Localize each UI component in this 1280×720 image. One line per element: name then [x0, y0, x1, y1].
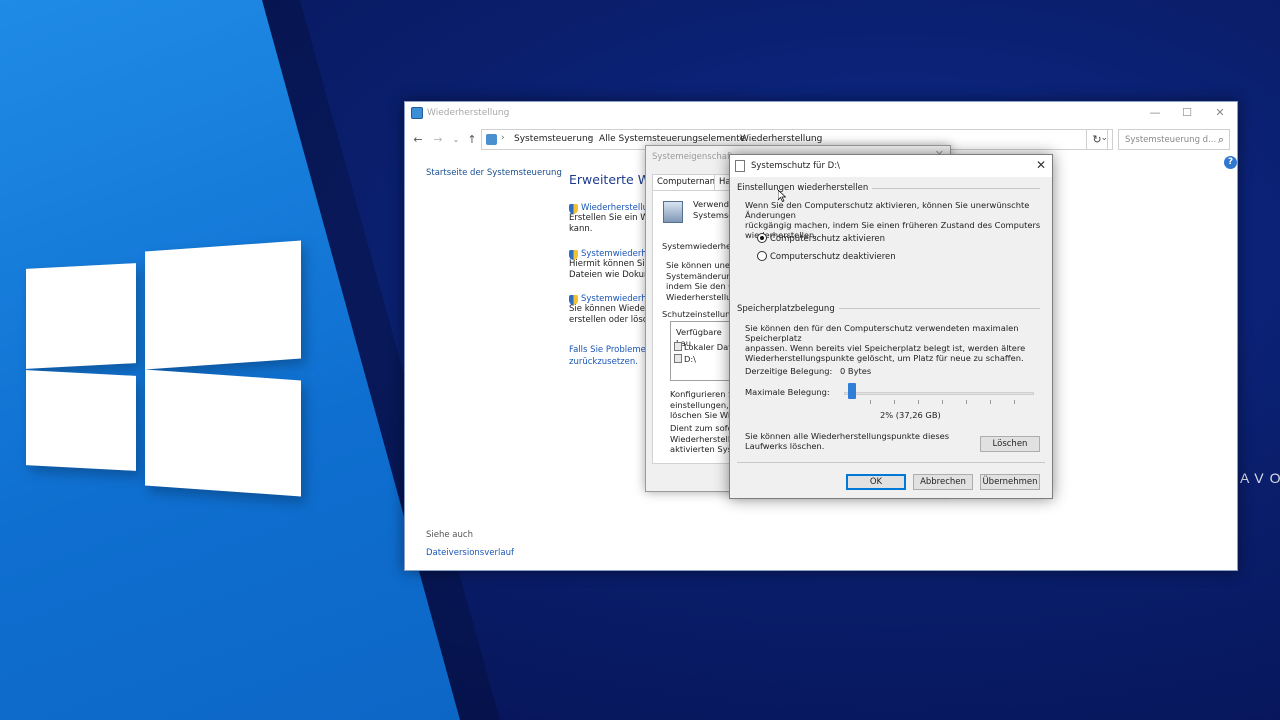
- group-divider: [828, 308, 1040, 309]
- slider-tick: [990, 400, 991, 404]
- drive-icon: [674, 342, 682, 351]
- search-placeholder: Systemsteuerung d...: [1125, 135, 1217, 145]
- windows-logo-pane-bottom-right: [145, 369, 301, 497]
- slider-tick: [894, 400, 895, 404]
- refresh-button[interactable]: ↻: [1086, 129, 1108, 150]
- ok-button[interactable]: OK: [846, 474, 906, 490]
- max-usage-slider-thumb[interactable]: [847, 383, 856, 399]
- help-icon[interactable]: ?: [1224, 156, 1237, 169]
- see-also-link-file-history[interactable]: Dateiversionsverlauf: [426, 548, 514, 558]
- group-divider: [866, 188, 1040, 189]
- radio-label: Computerschutz deaktivieren: [770, 252, 896, 262]
- slider-tick: [1014, 400, 1015, 404]
- control-panel-icon: [411, 107, 423, 119]
- radio-label: Computerschutz aktivieren: [770, 234, 885, 244]
- watermark-text: AVO: [1240, 470, 1280, 486]
- apply-button[interactable]: Übernehmen: [980, 474, 1040, 490]
- windows-logo-pane-top-right: [145, 240, 301, 370]
- max-usage-readout: 2% (37,26 GB): [880, 410, 941, 420]
- disk-usage-text: Sie können den für den Computerschutz ve…: [745, 323, 1026, 363]
- minimize-button[interactable]: —: [1143, 105, 1167, 121]
- button-divider: [737, 462, 1045, 463]
- control-panel-icon: [486, 134, 497, 145]
- dialog-titlebar[interactable]: Systemschutz für D:\ ✕: [730, 155, 1052, 177]
- radio-disable-protection[interactable]: Computerschutz deaktivieren: [757, 251, 896, 262]
- windows-logo-pane-bottom-left: [26, 370, 136, 471]
- recent-dropdown-icon[interactable]: ⌄: [449, 132, 463, 148]
- drive-label: D:\: [684, 354, 696, 364]
- system-protection-icon: [663, 201, 683, 223]
- dialog-title: Systemschutz für D:\: [751, 161, 840, 171]
- delete-button[interactable]: Löschen: [980, 436, 1040, 452]
- close-button[interactable]: ✕: [1036, 158, 1046, 172]
- mouse-cursor-icon: [778, 190, 786, 202]
- radio-button-checked[interactable]: [757, 233, 767, 243]
- max-usage-label: Maximale Belegung:: [745, 387, 830, 397]
- breadcrumb-systemsteuerung[interactable]: Systemsteuerung: [514, 134, 593, 144]
- up-arrow-icon[interactable]: ↑: [465, 132, 479, 148]
- window-title: Wiederherstellung: [427, 108, 510, 118]
- sidebar-link-control-panel-home[interactable]: Startseite der Systemsteuerung: [426, 168, 562, 178]
- breadcrumb-alle-elemente[interactable]: Alle Systemsteuerungselemente: [599, 134, 745, 144]
- maximize-button[interactable]: ☐: [1175, 105, 1199, 121]
- drive-label: Lokaler Dat: [684, 342, 732, 352]
- slider-tick: [942, 400, 943, 404]
- slider-tick: [870, 400, 871, 404]
- current-usage-label: Derzeitige Belegung:: [745, 366, 833, 376]
- slider-tick: [918, 400, 919, 404]
- drive-icon: [735, 160, 745, 172]
- windows-logo-pane-top-left: [26, 263, 136, 369]
- breadcrumb-wiederherstellung[interactable]: Wiederherstellung: [740, 134, 822, 144]
- system-protection-drive-dialog: Systemschutz für D:\ ✕ Einstellungen wie…: [729, 154, 1053, 499]
- search-input[interactable]: Systemsteuerung d... ⌕: [1118, 129, 1230, 150]
- current-usage-value: 0 Bytes: [840, 366, 872, 376]
- cancel-button[interactable]: Abbrechen: [913, 474, 973, 490]
- slider-tick: [966, 400, 967, 404]
- delete-points-text: Sie können alle Wiederherstellungspunkte…: [745, 431, 950, 451]
- chevron-right-icon: ›: [730, 133, 734, 143]
- search-icon: ⌕: [1217, 133, 1224, 146]
- list-item[interactable]: Lokaler Dat: [674, 342, 731, 353]
- list-item[interactable]: D:\: [674, 354, 696, 365]
- forward-arrow-icon[interactable]: →: [431, 132, 445, 148]
- window-titlebar[interactable]: Wiederherstellung — ☐ ✕: [405, 102, 1237, 126]
- radio-enable-protection[interactable]: Computerschutz aktivieren: [757, 233, 885, 244]
- radio-button[interactable]: [757, 251, 767, 261]
- see-also-heading: Siehe auch: [426, 530, 473, 540]
- disk-usage-heading: Speicherplatzbelegung: [737, 304, 839, 314]
- close-button[interactable]: ✕: [1208, 105, 1232, 121]
- panel-intro-text: Verwende Systemsc: [693, 199, 735, 220]
- reset-pc-link[interactable]: Falls Sie Probleme m zurückzusetzen.: [569, 344, 657, 368]
- chevron-right-icon: ›: [501, 133, 505, 143]
- back-arrow-icon[interactable]: ←: [411, 132, 425, 148]
- restore-settings-heading: Einstellungen wiederherstellen: [737, 183, 873, 193]
- drive-icon: [674, 354, 682, 363]
- chevron-right-icon: ›: [588, 133, 592, 143]
- dialog-title: Systemeigenschafte: [652, 152, 739, 162]
- max-usage-slider-track[interactable]: [844, 392, 1034, 395]
